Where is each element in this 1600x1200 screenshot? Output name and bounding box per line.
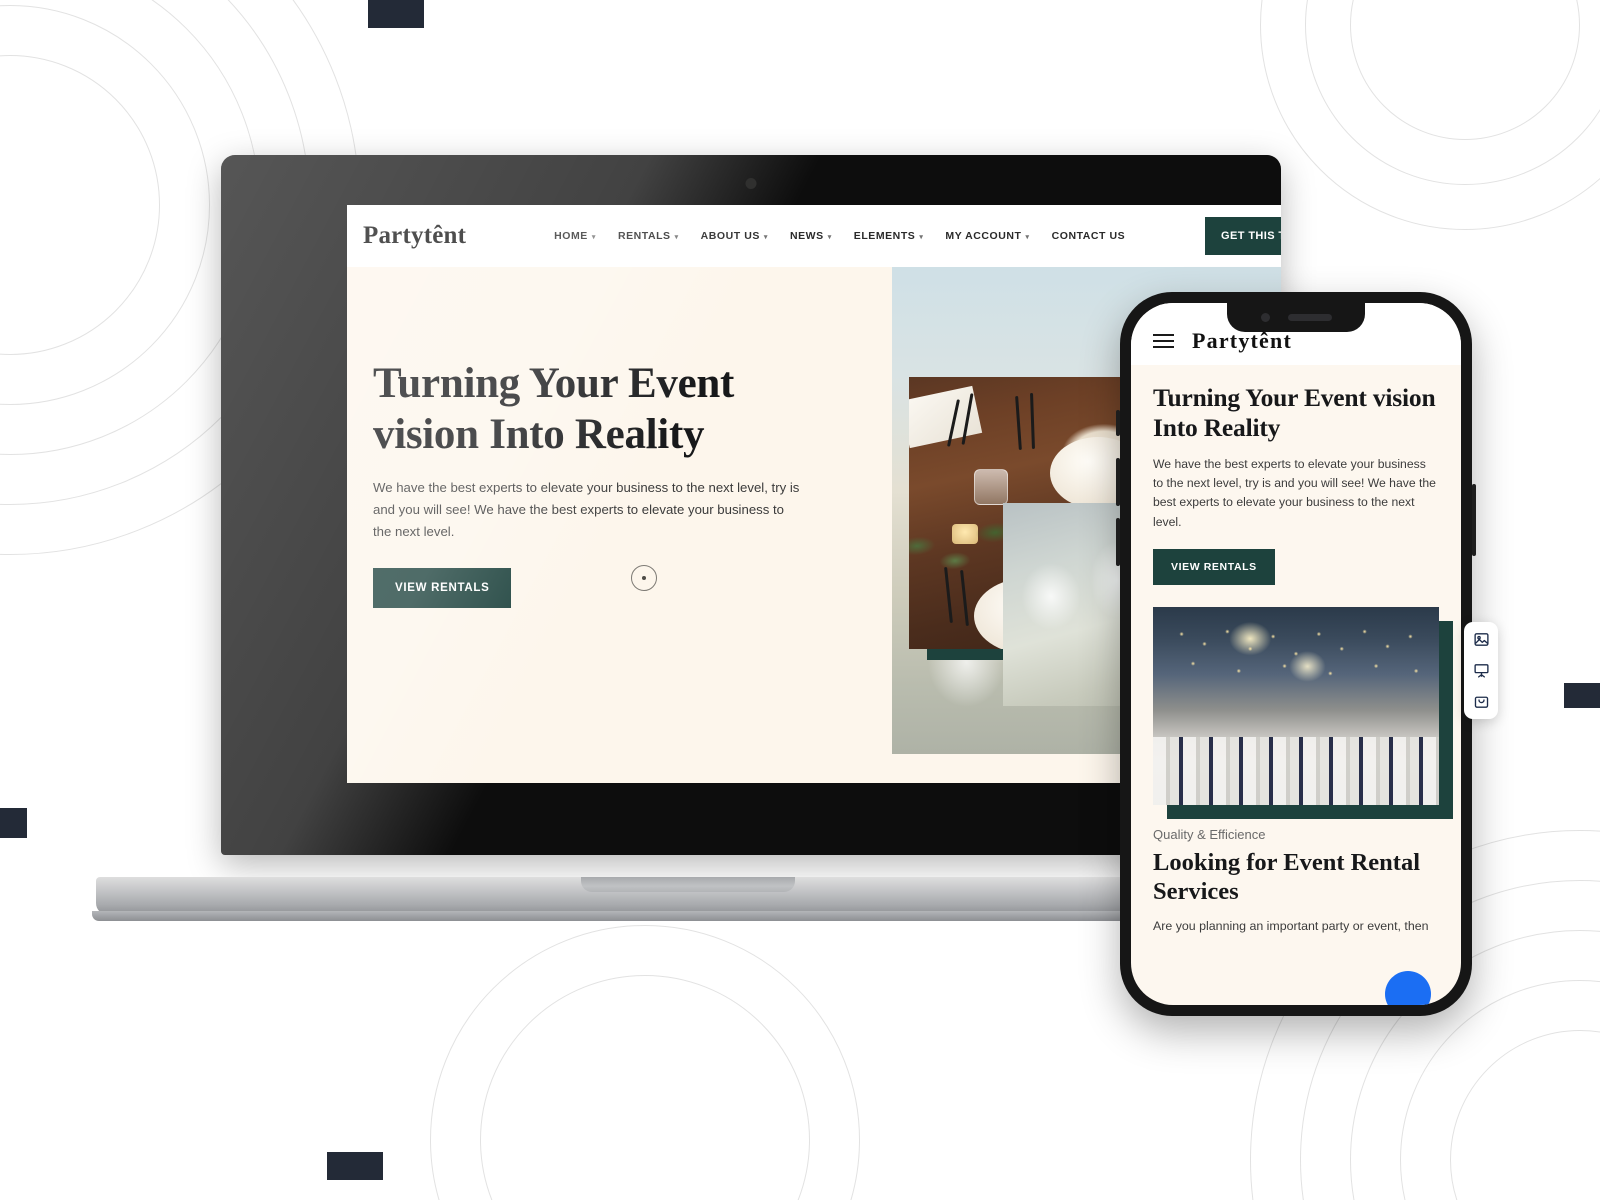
phone-power-button[interactable]	[1472, 484, 1476, 556]
nav-item-label: CONTACT US	[1051, 230, 1126, 242]
decor-ring	[1305, 0, 1600, 185]
mobile-hero-paragraph: We have the best experts to elevate your…	[1153, 457, 1436, 529]
mobile-section-paragraph: Are you planning an important party or e…	[1153, 918, 1429, 933]
decor-ring	[1350, 0, 1580, 140]
decor-square-top	[368, 0, 424, 28]
decor-ring	[1450, 1030, 1600, 1200]
phone-mute-switch[interactable]	[1116, 410, 1120, 436]
desktop-site-header: Partytênt HOME ▾ RENTALS ▾ ABOUT US ▾ NE…	[347, 205, 1281, 267]
mobile-floating-action-button[interactable]	[1385, 971, 1431, 1005]
mobile-party-tent-photo	[1153, 606, 1439, 805]
phone-screen: Partytênt Turning Your Event vision Into…	[1131, 303, 1461, 1005]
photo-detail-cutlery	[1029, 393, 1035, 450]
image-icon[interactable]	[1473, 631, 1490, 648]
shopping-bag-icon[interactable]	[1473, 693, 1490, 710]
nav-item-my-account[interactable]: MY ACCOUNT ▾	[945, 230, 1029, 242]
nav-item-label: NEWS	[789, 230, 824, 242]
mobile-photo-wrapper	[1153, 606, 1453, 819]
hero-paragraph: We have the best experts to elevate your…	[373, 480, 800, 539]
earpiece-speaker-icon	[1287, 314, 1332, 321]
nav-item-label: MY ACCOUNT	[945, 230, 1022, 242]
nav-item-contact-us[interactable]: CONTACT US	[1052, 230, 1126, 242]
photo-detail-tables-chairs	[1153, 737, 1439, 805]
phone-mockup: Partytênt Turning Your Event vision Into…	[1116, 292, 1498, 1016]
mobile-side-widget	[1464, 622, 1498, 719]
mobile-section-eyebrow: Quality & Efficience	[1153, 826, 1266, 842]
laptop-base	[96, 877, 1280, 915]
hero-title-line-1: Turning Your Event	[373, 360, 735, 407]
phone-notch	[1227, 303, 1365, 332]
chevron-down-icon: ▾	[827, 234, 832, 241]
decor-ring	[1260, 0, 1600, 230]
chevron-down-icon: ▾	[763, 234, 768, 241]
mobile-section-heading: Looking for Event Rental Services	[1153, 848, 1421, 905]
nav-item-about-us[interactable]: ABOUT US ▾	[701, 230, 768, 242]
photo-detail-cutlery	[1015, 395, 1023, 451]
hamburger-icon[interactable]	[1153, 334, 1174, 348]
nav-item-rentals[interactable]: RENTALS ▾	[618, 230, 679, 242]
cursor-pointer-icon	[631, 565, 657, 591]
hero-text-block: Turning Your Event vision Into Reality W…	[373, 359, 823, 609]
decor-ring	[430, 925, 860, 1200]
nav-item-label: ELEMENTS	[853, 230, 916, 242]
front-camera-icon	[1260, 313, 1270, 322]
photo-detail-glass	[974, 469, 1009, 506]
hero-title-line-2: vision Into Reality	[373, 410, 705, 458]
get-this-theme-button[interactable]: GET THIS THEME!	[1205, 217, 1281, 255]
nav-item-elements[interactable]: ELEMENTS ▾	[854, 230, 924, 242]
laptop-mockup: Partytênt HOME ▾ RENTALS ▾ ABOUT US ▾ NE…	[92, 155, 1284, 921]
decor-ring	[480, 975, 810, 1200]
chevron-down-icon: ▾	[919, 234, 924, 241]
photo-detail-string-lights	[1153, 606, 1439, 730]
laptop-camera-icon	[745, 178, 757, 189]
presentation-icon[interactable]	[1473, 662, 1490, 679]
mobile-hero-section: Turning Your Event vision Into Reality W…	[1131, 365, 1461, 819]
view-rentals-button[interactable]: VIEW RENTALS	[373, 568, 512, 609]
chevron-down-icon: ▾	[1025, 234, 1030, 241]
chevron-down-icon: ▾	[591, 234, 596, 241]
desktop-main-nav: HOME ▾ RENTALS ▾ ABOUT US ▾ NEWS ▾ ELEME…	[554, 230, 1125, 242]
decor-square-left	[0, 808, 27, 838]
phone-volume-up[interactable]	[1116, 458, 1120, 506]
nav-item-label: HOME	[554, 230, 588, 242]
hero-title: Turning Your Event vision Into Reality	[373, 359, 823, 460]
mobile-hero-title: Turning Your Event vision Into Reality	[1153, 383, 1436, 442]
phone-volume-down[interactable]	[1116, 518, 1120, 566]
desktop-brand-logo[interactable]: Partytênt	[363, 222, 466, 250]
mobile-view-rentals-button[interactable]: VIEW RENTALS	[1153, 548, 1275, 585]
nav-item-label: ABOUT US	[700, 230, 760, 242]
laptop-foot	[92, 911, 1284, 921]
nav-item-home[interactable]: HOME ▾	[554, 230, 596, 242]
chevron-down-icon: ▾	[674, 234, 679, 241]
nav-item-news[interactable]: NEWS ▾	[790, 230, 832, 242]
decor-square-bottom	[327, 1152, 383, 1180]
decor-square-right	[1564, 683, 1600, 708]
nav-item-label: RENTALS	[617, 230, 671, 242]
